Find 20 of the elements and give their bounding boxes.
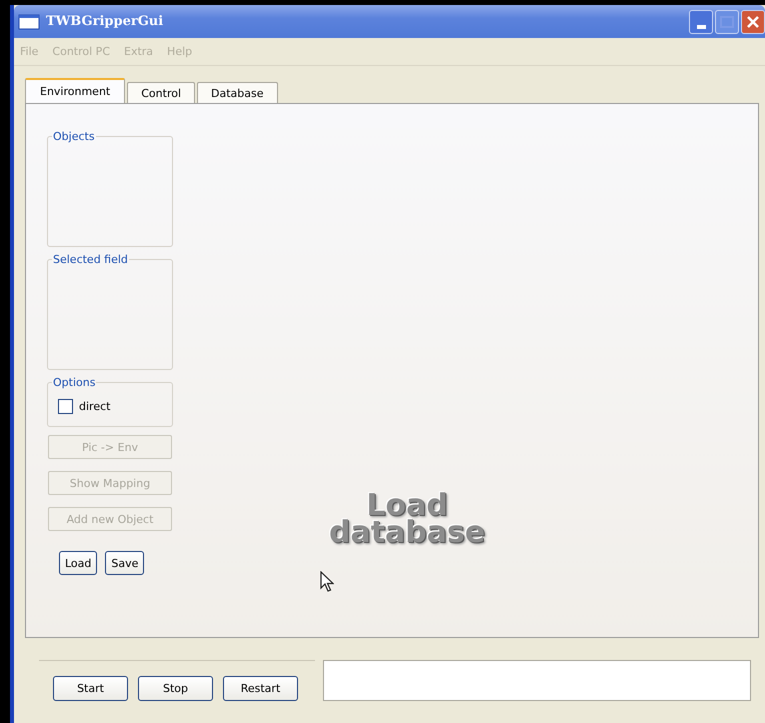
checkbox[interactable] xyxy=(58,399,73,414)
minimize-button[interactable] xyxy=(689,10,713,34)
tab[interactable]: Control xyxy=(127,82,196,103)
tab[interactable]: Database xyxy=(197,82,278,103)
tab[interactable]: Environment xyxy=(25,78,126,103)
window-icon xyxy=(18,14,40,30)
control-button[interactable]: Stop xyxy=(138,676,213,701)
control-button[interactable]: Start xyxy=(53,676,128,701)
group-title: Selected field xyxy=(52,253,129,266)
file-button[interactable]: Save xyxy=(105,551,144,575)
load-database-label: Load database xyxy=(329,492,486,546)
checkbox-label: direct xyxy=(79,400,110,413)
group-title: Objects xyxy=(52,130,96,143)
file-button[interactable]: Load xyxy=(59,551,98,575)
close-button[interactable] xyxy=(741,10,765,34)
control-button[interactable]: Restart xyxy=(223,676,298,701)
mouse-cursor-icon xyxy=(320,571,334,593)
window-title: TWBGripperGui xyxy=(46,14,164,29)
group-title: Options xyxy=(52,376,96,389)
close-icon xyxy=(746,14,760,28)
